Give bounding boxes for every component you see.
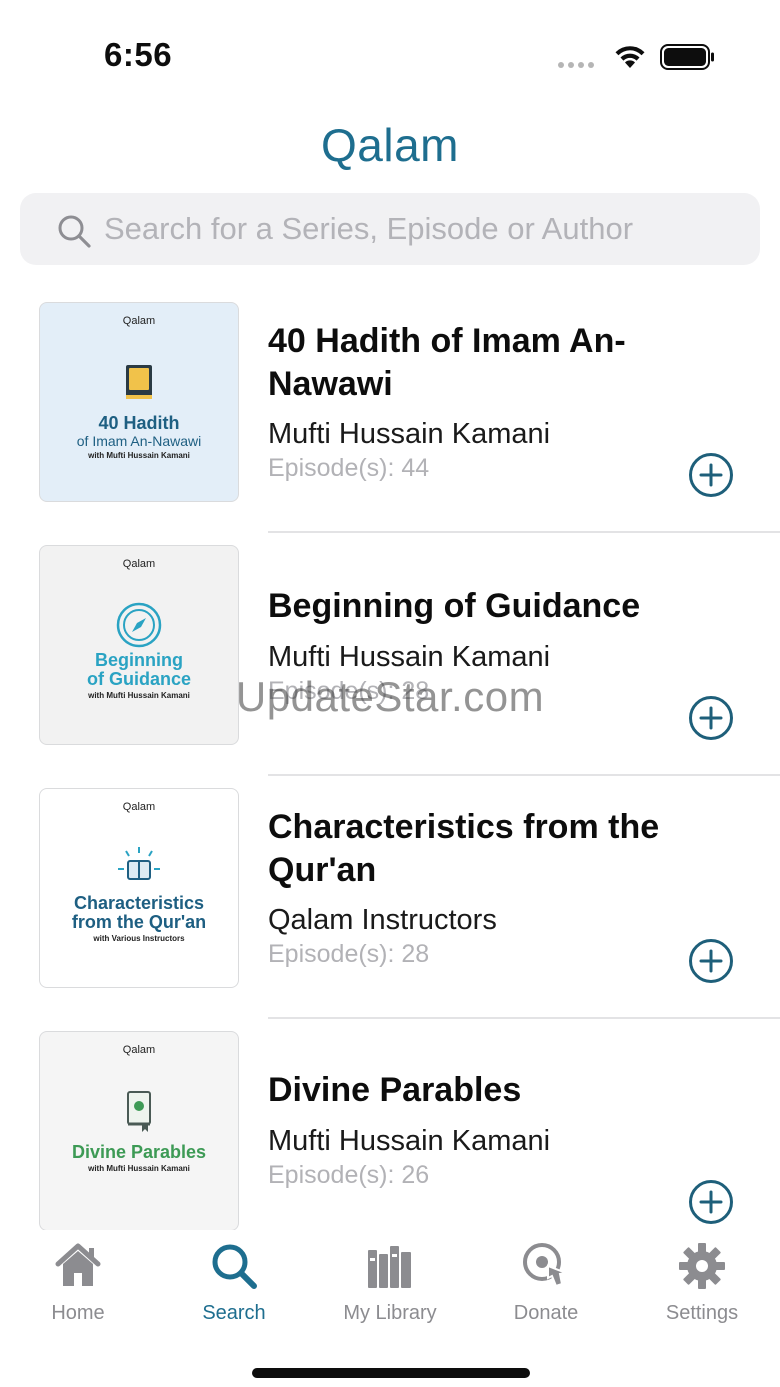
search-input[interactable] — [104, 193, 744, 265]
thumbnail-brand: Qalam — [122, 315, 156, 327]
quran-book-icon — [127, 1091, 151, 1132]
series-thumbnail[interactable]: Qalam Divine Parables with Mufti Hussain… — [39, 1031, 239, 1231]
series-title[interactable]: Characteristics from the Qur'an — [268, 806, 668, 892]
series-row[interactable]: Qalam 40 Hadith of Imam An-Nawawi with M… — [0, 290, 780, 533]
series-row[interactable]: Qalam Characteristics from the Qur'an wi… — [0, 776, 780, 1019]
compass-icon — [116, 602, 162, 648]
tab-donate[interactable]: Donate — [468, 1230, 624, 1330]
thumbnail-subtitle: from the Qur'an — [71, 912, 207, 932]
library-icon — [368, 1246, 411, 1288]
battery-icon — [660, 44, 714, 70]
app-logo: Qalam — [321, 119, 459, 171]
signal-icon — [558, 62, 594, 68]
thumbnail-title: Divine Parables — [71, 1142, 207, 1162]
gear-icon — [679, 1243, 725, 1289]
thumbnail-title: Characteristics — [73, 893, 205, 913]
thumbnail-brand: Qalam — [122, 801, 156, 813]
thumbnail-instructor: with Various Instructors — [93, 934, 185, 943]
tab-home[interactable]: Home — [0, 1230, 156, 1330]
series-author: Mufti Hussain Kamani — [268, 418, 551, 450]
series-author: Qalam Instructors — [268, 904, 497, 936]
thumbnail-brand: Qalam — [122, 558, 156, 570]
thumbnail-subtitle: of Imam An-Nawawi — [76, 433, 202, 449]
tab-label: Settings — [665, 1302, 739, 1324]
tab-label: Donate — [513, 1302, 579, 1324]
series-thumbnail[interactable]: Qalam 40 Hadith of Imam An-Nawawi with M… — [39, 302, 239, 502]
search-icon — [212, 1244, 257, 1289]
thumbnail-instructor: with Mufti Hussain Kamani — [88, 451, 190, 460]
series-author: Mufti Hussain Kamani — [268, 1125, 551, 1157]
donate-icon — [523, 1243, 570, 1288]
tab-label: Search — [202, 1302, 266, 1324]
add-to-library-button[interactable] — [688, 452, 734, 498]
thumbnail-title: 40 Hadith — [98, 413, 180, 433]
search-icon — [58, 215, 91, 248]
episode-count: Episode(s): 28 — [268, 940, 430, 968]
series-title[interactable]: Divine Parables — [268, 1069, 668, 1112]
thumbnail-brand: Qalam — [122, 1044, 156, 1056]
home-icon — [55, 1243, 101, 1286]
episode-count: Episode(s): 26 — [268, 1161, 430, 1189]
series-title[interactable]: 40 Hadith of Imam An-Nawawi — [268, 320, 668, 406]
series-row[interactable]: Qalam Divine Parables with Mufti Hussain… — [0, 1019, 780, 1262]
add-to-library-button[interactable] — [688, 938, 734, 984]
series-title[interactable]: Beginning of Guidance — [268, 585, 668, 628]
search-bar[interactable] — [20, 193, 760, 265]
add-to-library-button[interactable] — [688, 1179, 734, 1225]
wifi-icon — [615, 46, 645, 68]
tab-search[interactable]: Search — [156, 1230, 312, 1330]
series-author: Mufti Hussain Kamani — [268, 641, 551, 673]
episode-count: Episode(s): 44 — [268, 454, 430, 482]
status-bar: 6:56 — [0, 0, 780, 100]
tab-my-library[interactable]: My Library — [312, 1230, 468, 1330]
book-icon — [126, 365, 152, 399]
status-time: 6:56 — [104, 36, 173, 73]
thumbnail-title: Beginning — [95, 650, 183, 670]
tab-label: Home — [51, 1302, 105, 1324]
tab-settings[interactable]: Settings — [624, 1230, 780, 1330]
thumbnail-instructor: with Mufti Hussain Kamani — [88, 1164, 190, 1173]
series-row[interactable]: Qalam Beginning of Guidance with Mufti H… — [0, 533, 780, 776]
series-thumbnail[interactable]: Qalam Characteristics from the Qur'an wi… — [39, 788, 239, 988]
tab-label: My Library — [343, 1302, 437, 1324]
tab-bar: Home Search My Library Donate Settings — [0, 1230, 780, 1387]
watermark: UpdateStar.com — [235, 673, 545, 720]
open-book-icon — [118, 847, 160, 880]
home-indicator — [252, 1368, 530, 1378]
